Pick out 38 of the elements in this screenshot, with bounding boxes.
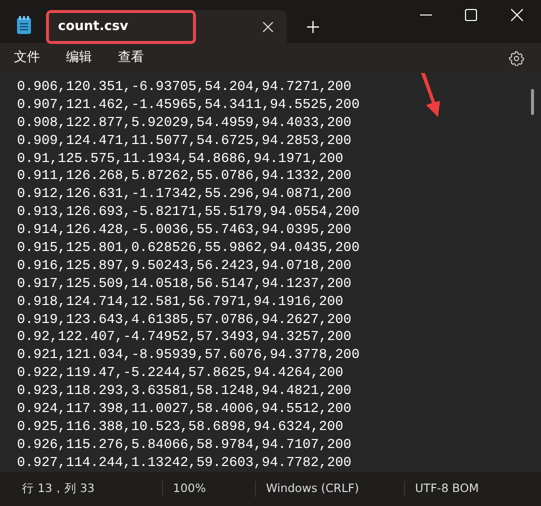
status-text: 100% [172,481,207,496]
text-line: 0.923,118.293,3.63581,58.1248,94.4821,200 [17,383,352,402]
text-line: 0.916,125.897,9.50243,56.2423,94.0718,200 [17,258,352,276]
text-line: 0.906,120.351,-6.93705,54.204,94.7271,200 [17,79,352,97]
menu-item[interactable]: 查看 [110,46,154,70]
text-line: 0.925,116.388,10.523,58.6898,94.6324,200 [17,418,344,437]
text-line: 0.919,123.643,4.61385,57.0786,94.2627,200 [17,312,352,330]
text-line: 0.92,122.407,-4.74952,57.3493,94.3257,200 [17,329,352,348]
menu-item[interactable]: 文件 [6,46,50,70]
text-line: 0.921,121.034,-8.95939,57.6076,94.3778,200 [17,347,360,366]
status-text: UTF-8 BOM [414,481,480,496]
text-line: 0.924,117.398,11.0027,58.4006,94.5512,200 [17,401,352,419]
text-line: 0.926,115.276,5.84066,58.9784,94.7107,200 [17,436,352,455]
settings-icon[interactable] [508,50,524,66]
scrollbar-thumb[interactable] [531,89,534,115]
status-text: Windows (CRLF) [265,481,360,496]
menu-item[interactable]: 编辑 [58,46,102,70]
text-editor[interactable] [0,73,541,472]
text-line: 0.912,126.631,-1.17342,55.296,94.0871,200 [17,186,352,204]
text-line: 0.927,114.244,1.13242,59.2603,94.7782,200 [17,454,352,472]
text-line: 0.908,122.877,5.92029,54.4959,94.4033,200 [17,114,352,133]
text-line: 0.909,124.471,11.5077,54.6725,94.2853,200 [17,132,352,151]
text-line: 0.915,125.801,0.628526,55.9862,94.0435,200 [17,240,360,258]
text-line: 0.907,121.462,-1.45965,54.3411,94.5525,200 [17,96,360,115]
notepad-icon [17,16,31,34]
close-icon[interactable] [263,22,273,32]
text-line: 0.918,124.714,12.581,56.7971,94.1916,200 [17,294,344,312]
minimize-icon[interactable] [420,14,432,16]
text-line: 0.922,119.47,-5.2244,57.8625,94.4264,200 [17,365,344,384]
text-line: 0.91,125.575,11.1934,54.8686,94.1971,200 [17,150,344,168]
new-tab-icon[interactable] [307,21,319,33]
text-line: 0.913,126.693,-5.82171,55.5179,94.0554,200 [17,204,360,222]
maximize-icon[interactable] [465,9,477,21]
text-line: 0.914,126.428,-5.0036,55.7463,94.0395,200 [17,222,352,240]
text-line: 0.911,126.268,5.87262,55.0786,94.1332,200 [17,168,352,186]
text-line: 0.917,125.509,14.0518,56.5147,94.1237,200 [17,276,352,294]
annotation-arrow [418,73,442,117]
status-text: 行 13，列 33 [21,481,96,496]
